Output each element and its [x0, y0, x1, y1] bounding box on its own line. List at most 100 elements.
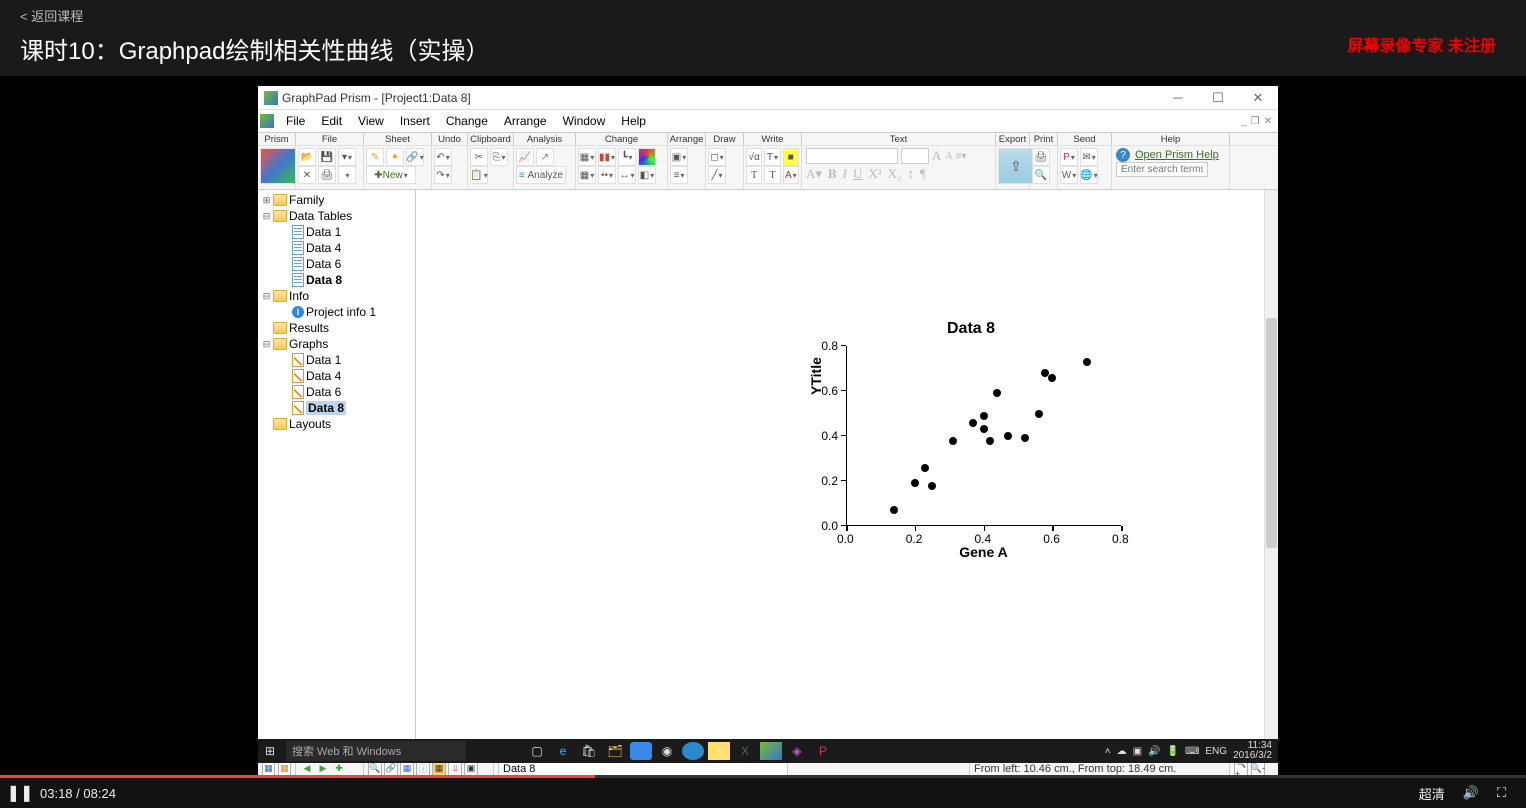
menu-view[interactable]: View — [350, 112, 392, 130]
data-point[interactable] — [1083, 358, 1091, 366]
subscript-button[interactable]: X₂ — [888, 166, 902, 182]
help-search-input[interactable] — [1116, 162, 1208, 177]
file-more-button[interactable] — [338, 166, 356, 184]
send-ppt-button[interactable]: P — [1060, 148, 1078, 166]
mdi-close-button[interactable]: ✕ — [1264, 116, 1272, 127]
nav-graph-data6[interactable]: Data 6 — [260, 384, 413, 400]
tray-volume-icon[interactable]: 🔊 — [1148, 746, 1160, 757]
change-bars-button[interactable]: ▮▮ — [598, 148, 616, 166]
nav-project-info[interactable]: iProject info 1 — [260, 304, 413, 320]
data-point[interactable] — [1048, 374, 1056, 382]
status-table-icon[interactable]: ▦ — [400, 762, 414, 776]
align-dropdown-icon[interactable]: ≡▾ — [956, 151, 967, 162]
draw-line-button[interactable]: ╱ — [708, 166, 726, 184]
y-axis-label[interactable]: YTitle — [808, 357, 824, 395]
status-nav-add-icon[interactable]: ✚ — [332, 762, 346, 776]
analyze-button[interactable]: ≡ Analyze — [516, 166, 566, 184]
menu-arrange[interactable]: Arrange — [496, 112, 555, 130]
italic-button[interactable]: I — [843, 166, 847, 182]
data-point[interactable] — [969, 419, 977, 427]
note-icon[interactable] — [708, 742, 730, 760]
status-results-icon[interactable]: ▦ — [432, 762, 446, 776]
font-family-input[interactable] — [806, 148, 898, 164]
mdi-restore-button[interactable]: ❐ — [1251, 116, 1260, 127]
open-help-link[interactable]: Open Prism Help — [1135, 149, 1219, 161]
menu-file[interactable]: File — [278, 112, 313, 130]
menu-insert[interactable]: Insert — [392, 112, 438, 130]
nav-table-data8[interactable]: Data 8 — [260, 272, 413, 288]
sheet-link-button[interactable]: 🔗 — [406, 148, 424, 166]
change-axis-range-button[interactable]: ↔ — [618, 166, 636, 184]
prism-icon[interactable] — [260, 148, 296, 184]
powerpoint-icon[interactable]: P — [812, 742, 834, 760]
write-t2-button[interactable]: T — [764, 166, 780, 184]
highlight-sheet-button[interactable]: ✎ — [366, 148, 384, 166]
data-point[interactable] — [1035, 410, 1043, 418]
data-point[interactable] — [911, 479, 919, 487]
app1-icon[interactable] — [630, 742, 652, 760]
nav-info[interactable]: ⊟Info — [260, 288, 413, 304]
app3-icon[interactable]: ◈ — [786, 742, 808, 760]
analyze-icon[interactable]: 📈 — [516, 148, 534, 166]
data-point[interactable] — [1004, 432, 1012, 440]
back-to-course-link[interactable]: < 返回课程 — [20, 6, 1506, 25]
underline-button[interactable]: U — [853, 166, 862, 182]
status-graph-icon[interactable]: ⫫ — [448, 762, 462, 776]
menu-help[interactable]: Help — [613, 112, 654, 130]
close-button[interactable]: ✕ — [1238, 90, 1278, 106]
data-point[interactable] — [980, 412, 988, 420]
zoom-out-icon[interactable]: 🔍- — [1251, 762, 1265, 776]
volume-icon[interactable]: 🔊 — [1463, 785, 1479, 801]
project-navigator[interactable]: ⊞Family ⊟Data Tables Data 1 Data 4 Data … — [258, 190, 416, 758]
tray-up-icon[interactable]: ˄ — [1105, 746, 1111, 757]
chrome-icon[interactable]: ◉ — [656, 742, 678, 760]
paste-button[interactable]: 📋 — [470, 166, 488, 184]
paragraph-icon[interactable]: ¶ — [920, 166, 926, 182]
nav-table-data6[interactable]: Data 6 — [260, 256, 413, 272]
copy-button[interactable]: ⎘ — [490, 148, 508, 166]
explorer-icon[interactable]: 🗂 — [604, 742, 626, 760]
start-button[interactable]: ⊞ — [258, 744, 282, 758]
change-table-button[interactable]: ▦ — [578, 148, 596, 166]
app2-icon[interactable] — [682, 742, 704, 760]
save-as-button[interactable]: ▾ — [338, 148, 356, 166]
write-color-button[interactable]: A — [783, 166, 799, 184]
line-spacing-icon[interactable]: ↕ — [908, 166, 915, 182]
write-alpha-button[interactable]: √α — [746, 148, 762, 166]
data-point[interactable] — [949, 437, 957, 445]
undo-button[interactable]: ↶ — [434, 148, 452, 166]
send-word-button[interactable]: W — [1060, 166, 1078, 184]
export-button[interactable]: ⇪ — [998, 148, 1034, 184]
tray-keyboard-icon[interactable]: ⌨ — [1185, 746, 1199, 757]
fullscreen-icon[interactable]: ⛶ — [1497, 785, 1506, 801]
maximize-button[interactable]: ☐ — [1198, 90, 1238, 106]
data-point[interactable] — [986, 437, 994, 445]
status-nav-prev-icon[interactable]: ◀ — [300, 762, 314, 776]
data-point[interactable] — [921, 464, 929, 472]
menu-edit[interactable]: Edit — [313, 112, 350, 130]
status-view-table-icon[interactable]: ▦ — [262, 762, 275, 776]
change-points-button[interactable]: •• — [598, 166, 616, 184]
nav-table-data4[interactable]: Data 4 — [260, 240, 413, 256]
edge-icon[interactable]: e — [552, 742, 574, 760]
status-info-icon[interactable]: ⓘ — [416, 762, 430, 776]
canvas-vertical-scrollbar[interactable] — [1264, 190, 1278, 758]
change-colors-button[interactable] — [638, 148, 656, 166]
store-icon[interactable]: 🛍 — [578, 742, 600, 760]
nav-family[interactable]: ⊞Family — [260, 192, 413, 208]
minimize-button[interactable]: ─ — [1158, 90, 1198, 106]
help-icon[interactable]: ? — [1116, 148, 1130, 162]
magic-sheet-button[interactable]: ✦ — [386, 148, 404, 166]
redo-button[interactable]: ↷ — [434, 166, 452, 184]
mdi-minimize-button[interactable]: _ — [1241, 116, 1247, 127]
print-button[interactable]: 🖨 — [1032, 148, 1050, 166]
nav-graph-data4[interactable]: Data 4 — [260, 368, 413, 384]
data-point[interactable] — [1021, 434, 1029, 442]
zoom-in-icon[interactable]: 🔍+ — [1234, 762, 1248, 776]
status-layout-icon[interactable]: ▣ — [464, 762, 478, 776]
write-t1-button[interactable]: T — [746, 166, 762, 184]
nav-layouts[interactable]: Layouts — [260, 416, 413, 432]
print-file-button[interactable]: 🖨 — [318, 166, 336, 184]
font-size-input[interactable] — [901, 148, 929, 164]
superscript-button[interactable]: X² — [868, 166, 881, 182]
